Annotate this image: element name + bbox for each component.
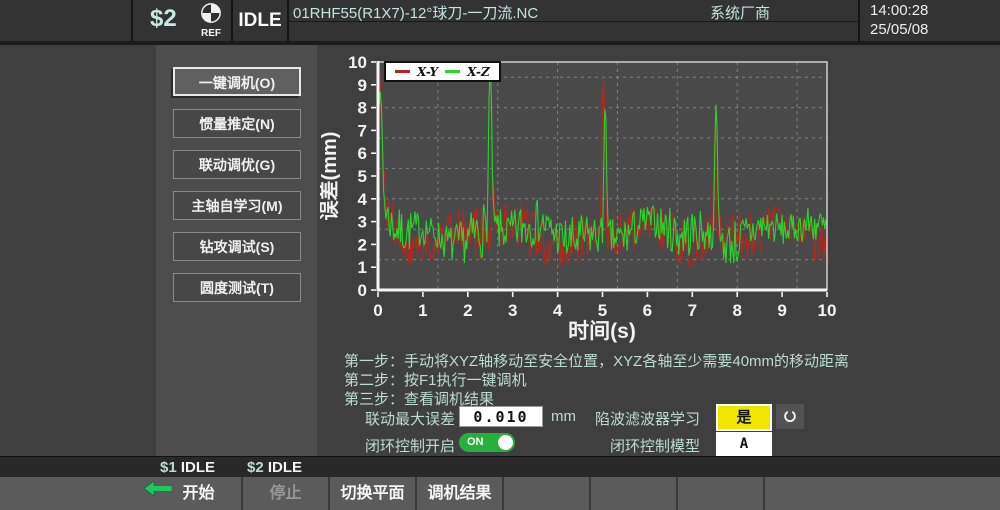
refresh-icon bbox=[781, 408, 799, 426]
svg-text:1: 1 bbox=[358, 258, 367, 277]
svg-text:6: 6 bbox=[643, 301, 652, 320]
svg-text:10: 10 bbox=[348, 53, 367, 72]
svg-text:0: 0 bbox=[373, 301, 382, 320]
svg-text:10: 10 bbox=[818, 301, 837, 320]
svg-text:7: 7 bbox=[358, 121, 367, 140]
active-channel-label: $2 bbox=[150, 5, 177, 33]
svg-text:1: 1 bbox=[418, 301, 427, 320]
error-time-chart: 0 1 2 3 4 5 6 7 8 9 10 0 1 2 3 4 5 6 7 8 9 10 误差(mm) 时间(s) bbox=[320, 48, 840, 348]
svg-text:8: 8 bbox=[358, 99, 367, 118]
closed-loop-model-label: 闭环控制模型 bbox=[560, 435, 700, 456]
notch-refresh-button[interactable] bbox=[776, 404, 804, 429]
softkey-stop[interactable]: 停止 bbox=[243, 477, 330, 510]
channel-2-status: $2 IDLE bbox=[247, 459, 302, 476]
program-file-name: 01RHF55(R1X7)-12°球刀-一刀流.NC bbox=[293, 2, 538, 23]
clock-cell: 14:00:28 25/05/08 bbox=[860, 0, 1000, 41]
ref-label: REF bbox=[196, 29, 226, 39]
toggle-on-text: ON bbox=[467, 436, 484, 448]
softkey-empty-8 bbox=[765, 477, 1000, 510]
chart-plot-area: 0 1 2 3 4 5 6 7 8 9 10 0 1 2 3 4 5 6 7 8 9 10 bbox=[348, 53, 836, 320]
channel-2-id: $2 bbox=[247, 459, 264, 476]
legend-label-xy: X-Y bbox=[417, 65, 438, 79]
max-error-input[interactable] bbox=[459, 406, 543, 427]
channel-2-state: IDLE bbox=[268, 459, 302, 476]
svg-text:4: 4 bbox=[358, 190, 368, 209]
function-sidebar: 一键调机(O) 惯量推定(N) 联动调优(G) 主轴自学习(M) 钻攻调试(S)… bbox=[156, 45, 317, 456]
svg-text:3: 3 bbox=[508, 301, 517, 320]
svg-text:5: 5 bbox=[598, 301, 607, 320]
instruction-step-3: 第三步：查看调机结果 bbox=[344, 388, 984, 407]
channel-1-status: $1 IDLE bbox=[160, 459, 215, 476]
legend-swatch-xz bbox=[445, 70, 460, 73]
softkey-tuning-result[interactable]: 调机结果 bbox=[417, 477, 504, 510]
legend-swatch-xy bbox=[395, 70, 410, 73]
y-axis-label: 误差(mm) bbox=[320, 132, 341, 221]
notch-filter-value[interactable]: 是 bbox=[716, 404, 772, 431]
reference-point-icon bbox=[200, 2, 222, 24]
x-axis-label: 时间(s) bbox=[568, 320, 636, 343]
svg-text:9: 9 bbox=[358, 76, 367, 95]
sidebar-button-roundness-test[interactable]: 圆度测试(T) bbox=[173, 273, 301, 302]
ref-indicator: REF bbox=[196, 2, 226, 39]
softkey-empty-5[interactable] bbox=[504, 477, 591, 510]
sidebar-button-drill-tap-debug[interactable]: 钻攻调试(S) bbox=[173, 232, 301, 261]
notch-filter-label: 陷波滤波器学习 bbox=[560, 408, 700, 429]
channel-1-id: $1 bbox=[160, 459, 177, 476]
channel-1-state: IDLE bbox=[181, 459, 215, 476]
top-status-bar: $2 REF IDLE 01RHF55(R1X7)-12°球刀-一刀流.NC 系… bbox=[0, 0, 1000, 45]
clock-date: 25/05/08 bbox=[870, 21, 928, 38]
svg-text:7: 7 bbox=[688, 301, 697, 320]
svg-text:3: 3 bbox=[358, 213, 367, 232]
sidebar-button-spindle-self-learn[interactable]: 主轴自学习(M) bbox=[173, 191, 301, 220]
svg-text:9: 9 bbox=[777, 301, 786, 320]
instruction-step-1: 第一步：手动将XYZ轴移动至安全位置，XYZ各轴至少需要40mm的移动距离 bbox=[344, 350, 984, 369]
svg-text:2: 2 bbox=[358, 235, 367, 254]
clock-time: 14:00:28 bbox=[870, 2, 928, 19]
sidebar-button-one-key-tuning[interactable]: 一键调机(O) bbox=[173, 67, 301, 96]
previous-menu-arrow-icon[interactable] bbox=[144, 481, 172, 496]
softkey-switch-plane[interactable]: 切换平面 bbox=[330, 477, 417, 510]
closed-loop-enable-label: 闭环控制开启 bbox=[330, 435, 455, 456]
svg-text:6: 6 bbox=[358, 144, 367, 163]
closed-loop-model-value[interactable]: A bbox=[716, 432, 772, 457]
instruction-step-2: 第二步：按F1执行一键调机 bbox=[344, 369, 984, 388]
svg-text:5: 5 bbox=[358, 167, 367, 186]
svg-text:4: 4 bbox=[553, 301, 563, 320]
machine-mode-badge: IDLE bbox=[233, 0, 287, 41]
legend-label-xz: X-Z bbox=[467, 65, 490, 79]
svg-text:8: 8 bbox=[732, 301, 741, 320]
sidebar-button-inertia-estimation[interactable]: 惯量推定(N) bbox=[173, 109, 301, 138]
sidebar-button-linkage-tuning[interactable]: 联动调优(G) bbox=[173, 150, 301, 179]
topbar-separator bbox=[131, 0, 133, 41]
program-cell: 01RHF55(R1X7)-12°球刀-一刀流.NC 系统厂商 bbox=[289, 0, 858, 22]
softkey-empty-6[interactable] bbox=[591, 477, 678, 510]
channel-status-bar: $1 IDLE $2 IDLE bbox=[0, 456, 1000, 478]
closed-loop-toggle[interactable]: ON bbox=[459, 433, 515, 452]
svg-text:2: 2 bbox=[463, 301, 472, 320]
svg-text:0: 0 bbox=[358, 281, 367, 300]
softkey-empty-7[interactable] bbox=[678, 477, 765, 510]
max-error-label: 联动最大误差 bbox=[330, 408, 455, 429]
softkey-spacer bbox=[0, 477, 156, 510]
chart-legend: X-Y X-Z bbox=[384, 61, 501, 82]
vendor-label: 系统厂商 bbox=[710, 2, 770, 23]
toggle-knob bbox=[498, 435, 513, 450]
cnc-tuning-screen: $2 REF IDLE 01RHF55(R1X7)-12°球刀-一刀流.NC 系… bbox=[0, 0, 1000, 510]
